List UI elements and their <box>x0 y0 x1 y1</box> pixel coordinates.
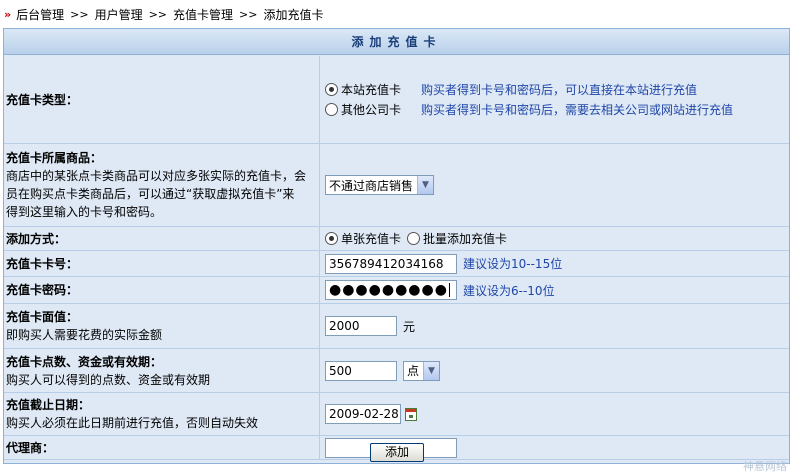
radio-batch-add[interactable]: 批量添加充值卡 <box>407 230 507 247</box>
product-desc-line3: 得到这里输入的卡号和密码。 <box>6 205 163 219</box>
radio-selected-icon[interactable] <box>325 232 338 245</box>
face-value-input[interactable]: 2000 <box>325 316 397 336</box>
row-expiry: 充值截止日期： 购买人必须在此日期前进行充值，否则自动失效 2009-02-28 <box>4 393 789 436</box>
breadcrumb-item-cards[interactable]: 充值卡管理 <box>173 6 233 23</box>
points-input[interactable]: 500 <box>325 360 397 381</box>
chevron-down-icon[interactable]: ▼ <box>417 176 434 194</box>
text-caret <box>448 283 450 297</box>
radio-selected-icon[interactable] <box>325 83 338 96</box>
other-card-hint: 购买者得到卡号和密码后，需要去相关公司或网站进行充值 <box>421 103 734 117</box>
breadcrumb: » 后台管理 >> 用户管理 >> 充值卡管理 >> 添加充值卡 <box>4 4 323 24</box>
breadcrumb-arrow-icon: » <box>4 7 11 21</box>
points-desc: 购买人可以得到的点数、资金或有效期 <box>6 372 211 387</box>
form-title: 添加充值卡 <box>4 29 789 55</box>
product-label: 充值卡所属商品： <box>6 151 103 165</box>
card-type-label: 充值卡类型： <box>6 92 79 107</box>
card-password-input[interactable]: ●●●●●●●●● <box>325 280 457 300</box>
site-card-hint: 购买者得到卡号和密码后，可以直接在本站进行充值 <box>421 83 698 97</box>
radio-single-card[interactable]: 单张充值卡 <box>325 230 401 247</box>
expiry-desc: 购买人必须在此日期前进行充值，否则自动失效 <box>6 416 259 430</box>
chevron-down-icon[interactable]: ▼ <box>423 361 440 380</box>
row-add-method: 添加方式： 单张充值卡 批量添加充值卡 <box>4 227 789 251</box>
breadcrumb-separator: >> <box>148 7 168 21</box>
face-value-label: 充值卡面值： <box>6 310 79 324</box>
card-number-input[interactable]: 356789412034168 <box>325 253 457 274</box>
breadcrumb-item-users[interactable]: 用户管理 <box>95 6 143 23</box>
row-card-number: 充值卡卡号： 356789412034168 建议设为10--15位 <box>4 251 789 277</box>
row-points: 充值卡点数、资金或有效期： 购买人可以得到的点数、资金或有效期 500 点 ▼ <box>4 349 789 393</box>
breadcrumb-item-admin[interactable]: 后台管理 <box>16 6 64 23</box>
card-password-hint: 建议设为6--10位 <box>463 283 555 298</box>
product-desc-line1: 商店中的某张点卡类商品可以对应多张实际的充值卡，会 <box>6 169 307 183</box>
breadcrumb-separator: >> <box>239 7 258 21</box>
radio-site-card[interactable]: 本站充值卡 <box>325 81 415 98</box>
radio-unselected-icon[interactable] <box>407 232 421 245</box>
breadcrumb-separator: >> <box>70 7 89 21</box>
product-select[interactable]: 不通过商店销售 ▼ <box>325 175 435 195</box>
radio-other-card[interactable]: 其他公司卡 <box>325 101 415 118</box>
radio-unselected-icon[interactable] <box>325 103 338 116</box>
row-card-password: 充值卡密码： ●●●●●●●●● 建议设为6--10位 <box>4 277 789 304</box>
calendar-icon[interactable] <box>405 407 417 421</box>
card-number-label: 充值卡卡号： <box>6 256 79 271</box>
expiry-label: 充值截止日期： <box>6 398 91 412</box>
add-card-form: 添加充值卡 充值卡类型： 本站充值卡 购买者得到卡号和密码后，可以直接在本站进行… <box>3 28 790 464</box>
points-unit-select[interactable]: 点 ▼ <box>403 360 441 381</box>
watermark: 神悬网络 <box>743 460 787 473</box>
expiry-date-input[interactable]: 2009-02-28 <box>325 404 401 424</box>
row-card-type: 充值卡类型： 本站充值卡 购买者得到卡号和密码后，可以直接在本站进行充值 其他公… <box>4 56 789 144</box>
points-label: 充值卡点数、资金或有效期： <box>6 354 163 369</box>
face-value-desc: 即购买人需要花费的实际金额 <box>6 328 163 342</box>
product-desc-line2: 员在购买点卡类商品后，可以通过“获取虚拟充值卡”来 <box>6 187 295 201</box>
agent-label: 代理商： <box>6 440 55 455</box>
row-product: 充值卡所属商品： 商店中的某张点卡类商品可以对应多张实际的充值卡，会 员在购买点… <box>4 144 789 227</box>
card-password-label: 充值卡密码： <box>6 283 79 297</box>
add-submit-button[interactable]: 添加 <box>370 443 424 462</box>
breadcrumb-item-current: 添加充值卡 <box>263 7 324 22</box>
add-method-label: 添加方式： <box>6 231 67 246</box>
card-number-hint: 建议设为10--15位 <box>463 257 563 271</box>
face-value-unit: 元 <box>403 319 416 334</box>
row-face-value: 充值卡面值： 即购买人需要花费的实际金额 2000 元 <box>4 304 789 349</box>
